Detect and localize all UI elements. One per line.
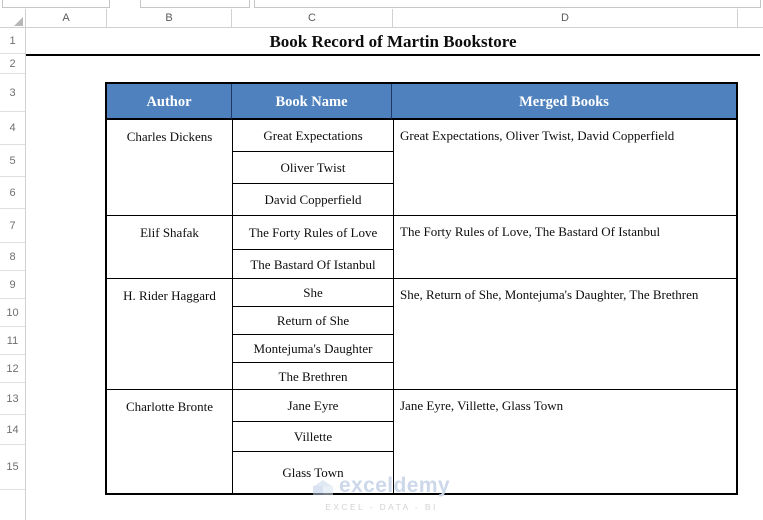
- author-cell[interactable]: Elif Shafak: [107, 216, 232, 279]
- book-cell[interactable]: Oliver Twist: [233, 152, 393, 184]
- column-header-merged-books: Merged Books: [392, 84, 736, 120]
- author-cell[interactable]: Charles Dickens: [107, 120, 232, 216]
- row-header-10[interactable]: 10: [0, 299, 25, 327]
- column-header-a[interactable]: A: [26, 9, 107, 27]
- merged-books-cell[interactable]: Great Expectations, Oliver Twist, David …: [394, 120, 738, 216]
- book-record-table: Author Book Name Merged Books Charles Di…: [105, 82, 738, 495]
- author-cell[interactable]: Charlotte Bronte: [107, 390, 232, 493]
- select-all-triangle-icon: [14, 17, 23, 26]
- formula-input[interactable]: [254, 0, 761, 8]
- row-header-14[interactable]: 14: [0, 415, 25, 445]
- name-box[interactable]: [2, 0, 110, 8]
- table-body: Charles Dickens Elif Shafak H. Rider Hag…: [107, 120, 738, 493]
- book-cell[interactable]: Return of She: [233, 307, 393, 335]
- row-header-3[interactable]: 3: [0, 74, 25, 112]
- author-column: Charles Dickens Elif Shafak H. Rider Hag…: [107, 120, 233, 493]
- column-header-c[interactable]: C: [232, 9, 393, 27]
- row-header-column: 1 2 3 4 5 6 7 8 9 10 11 12 13 14 15: [0, 28, 26, 520]
- column-header-book-name: Book Name: [232, 84, 392, 120]
- book-cell[interactable]: She: [233, 279, 393, 307]
- row-header-9[interactable]: 9: [0, 271, 25, 299]
- merged-books-cell[interactable]: Jane Eyre, Villette, Glass Town: [394, 390, 738, 493]
- column-header-b[interactable]: B: [107, 9, 232, 27]
- merged-books-column: Great Expectations, Oliver Twist, David …: [394, 120, 738, 493]
- row-header-4[interactable]: 4: [0, 112, 25, 145]
- row-header-2[interactable]: 2: [0, 54, 25, 74]
- book-cell[interactable]: Montejuma's Daughter: [233, 335, 393, 363]
- worksheet-area: Book Record of Martin Bookstore Author B…: [26, 28, 763, 520]
- book-cell[interactable]: Villette: [233, 422, 393, 452]
- book-cell[interactable]: The Bastard Of Istanbul: [233, 250, 393, 279]
- select-all-corner[interactable]: [0, 9, 26, 27]
- row-header-8[interactable]: 8: [0, 243, 25, 271]
- function-box[interactable]: [140, 0, 250, 8]
- merged-books-cell[interactable]: The Forty Rules of Love, The Bastard Of …: [394, 216, 738, 279]
- merged-books-cell[interactable]: She, Return of She, Montejuma's Daughter…: [394, 279, 738, 390]
- book-cell[interactable]: Jane Eyre: [233, 390, 393, 422]
- row-header-13[interactable]: 13: [0, 383, 25, 415]
- row-header-11[interactable]: 11: [0, 327, 25, 355]
- row-header-1[interactable]: 1: [0, 28, 25, 54]
- row-header-12[interactable]: 12: [0, 355, 25, 383]
- author-cell[interactable]: H. Rider Haggard: [107, 279, 232, 390]
- column-header-d[interactable]: D: [393, 9, 738, 27]
- book-cell[interactable]: Great Expectations: [233, 120, 393, 152]
- book-name-column: Great Expectations Oliver Twist David Co…: [233, 120, 394, 493]
- book-cell[interactable]: The Forty Rules of Love: [233, 216, 393, 250]
- book-cell[interactable]: Glass Town: [233, 452, 393, 493]
- formula-bar-strip: [0, 0, 763, 9]
- book-cell[interactable]: The Brethren: [233, 363, 393, 390]
- row-header-5[interactable]: 5: [0, 145, 25, 177]
- page-title: Book Record of Martin Bookstore: [26, 28, 760, 56]
- column-header-author: Author: [107, 84, 232, 120]
- book-cell[interactable]: David Copperfield: [233, 184, 393, 216]
- row-header-7[interactable]: 7: [0, 209, 25, 243]
- table-header-row: Author Book Name Merged Books: [107, 84, 736, 120]
- row-header-15[interactable]: 15: [0, 445, 25, 490]
- column-header-band: A B C D: [0, 9, 763, 28]
- row-header-6[interactable]: 6: [0, 177, 25, 209]
